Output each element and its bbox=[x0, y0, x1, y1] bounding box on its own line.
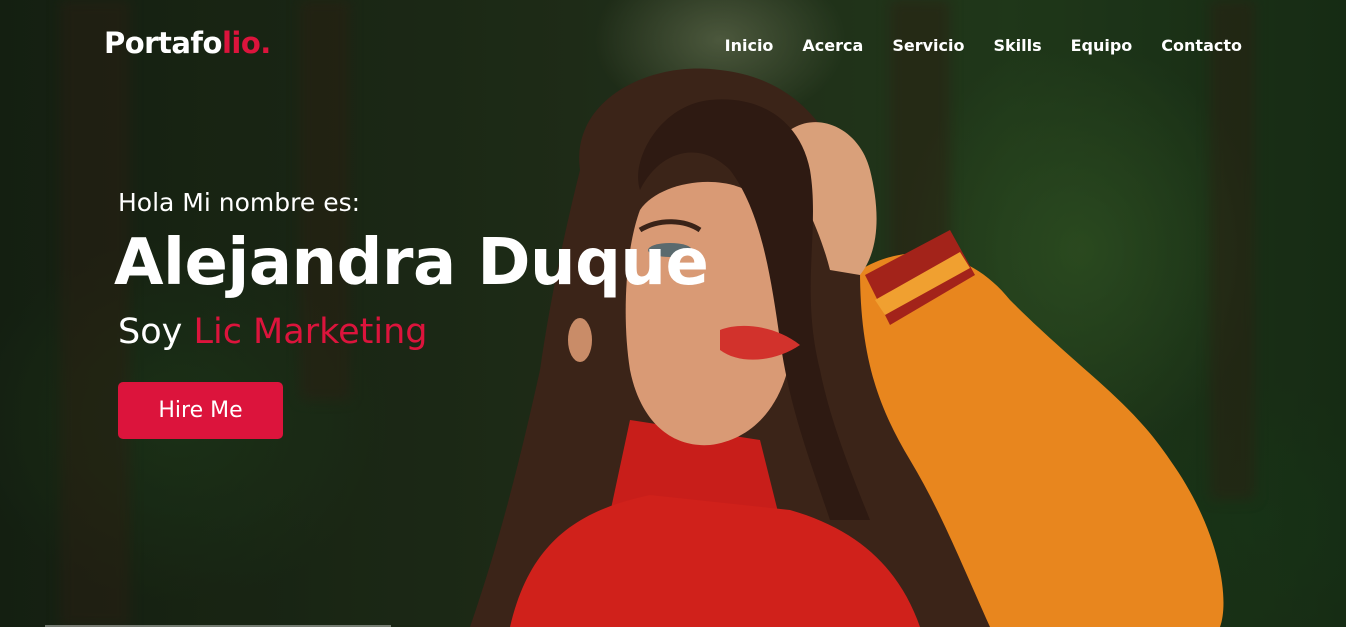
nav-link-inicio[interactable]: Inicio bbox=[725, 36, 774, 55]
site-logo[interactable]: Portafolio. bbox=[104, 26, 271, 60]
nav-item-skills: Skills bbox=[993, 36, 1041, 55]
nav-link-equipo[interactable]: Equipo bbox=[1071, 36, 1133, 55]
hero-name-heading: Alejandra Duque bbox=[114, 226, 709, 300]
nav-item-servicio: Servicio bbox=[892, 36, 964, 55]
nav-link-acerca[interactable]: Acerca bbox=[802, 36, 863, 55]
nav-item-equipo: Equipo bbox=[1071, 36, 1133, 55]
logo-accent-text: lio. bbox=[221, 26, 271, 60]
nav-item-acerca: Acerca bbox=[802, 36, 863, 55]
hero-role-text: Soy Lic Marketing bbox=[118, 312, 428, 352]
hero-intro-text: Hola Mi nombre es: bbox=[118, 188, 361, 217]
nav-item-inicio: Inicio bbox=[725, 36, 774, 55]
hero-section: Portafolio. Inicio Acerca Servicio Skill… bbox=[0, 0, 1346, 627]
role-highlight: Lic Marketing bbox=[193, 312, 428, 352]
hire-me-button[interactable]: Hire Me bbox=[118, 382, 283, 439]
nav-link-servicio[interactable]: Servicio bbox=[892, 36, 964, 55]
nav-link-contacto[interactable]: Contacto bbox=[1161, 36, 1242, 55]
portrait-woman-image bbox=[470, 68, 1224, 627]
nav-link-skills[interactable]: Skills bbox=[993, 36, 1041, 55]
logo-text: Portafo bbox=[104, 26, 222, 60]
nav-menu: Inicio Acerca Servicio Skills Equipo Con… bbox=[725, 36, 1242, 55]
navbar: Portafolio. Inicio Acerca Servicio Skill… bbox=[0, 0, 1346, 94]
nav-item-contacto: Contacto bbox=[1161, 36, 1242, 55]
role-prefix: Soy bbox=[118, 312, 194, 352]
